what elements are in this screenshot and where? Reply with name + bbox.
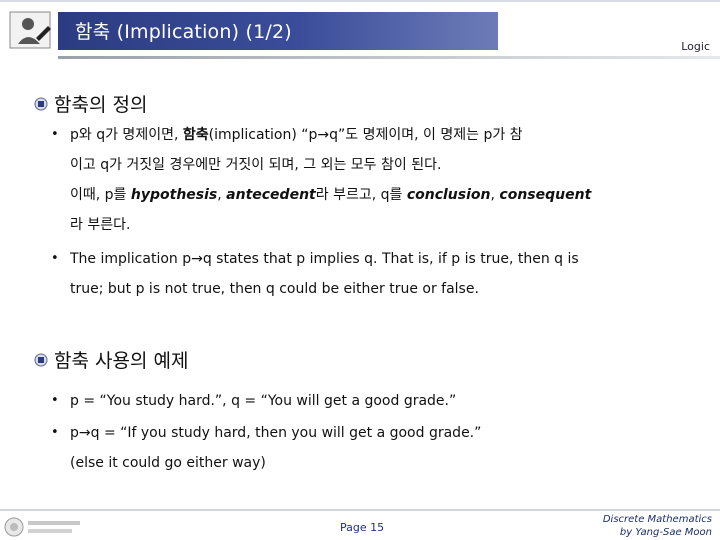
section-heading-text: 함축 사용의 예제: [54, 350, 189, 372]
page-title: 함축 (Implication) (1/2): [75, 21, 292, 43]
bullet-dot: •: [51, 425, 59, 440]
text-fragment: 라 부르고, q를: [315, 187, 407, 203]
text-fragment: 이때, p를: [70, 187, 131, 203]
text-fragment: p와 q가 명제이면,: [70, 127, 183, 143]
term-conclusion: conclusion: [406, 187, 491, 203]
term-antecedent: antecedent: [226, 187, 316, 203]
university-logo-icon: [4, 517, 80, 537]
page-number: Page 15: [340, 521, 385, 534]
section-heading-text: 함축의 정의: [54, 94, 148, 116]
section-heading-example: 함축 사용의 예제: [34, 346, 188, 373]
text-fragment: (implication) “p→q”도 명제이며, 이 명제는 p가 참: [208, 127, 523, 143]
section-heading-definition: 함축의 정의: [34, 90, 147, 117]
list-item-definition-en: • The implication p→q states that p impl…: [51, 244, 686, 304]
text-line: p→q = “If you study hard, then you will …: [70, 425, 482, 441]
bullet-icon: [34, 97, 48, 110]
top-border: [0, 0, 720, 2]
text-fragment: ,: [217, 187, 227, 203]
list-item-example-implication: • p→q = “If you study hard, then you wil…: [51, 418, 686, 478]
bullet-dot: •: [51, 251, 59, 266]
bullet-dot: •: [51, 393, 59, 408]
header-divider: [58, 56, 720, 59]
term-hypothesis: hypothesis: [130, 187, 218, 203]
credit-course: Discrete Mathematics: [602, 514, 712, 525]
text-line: 라 부른다.: [70, 217, 131, 233]
list-item-definition-ko: • p와 q가 명제이면, 함축(implication) “p→q”도 명제이…: [51, 120, 686, 240]
text-line: The implication p→q states that p implie…: [70, 251, 579, 267]
bullet-icon: [34, 353, 48, 366]
text-line: p와 q가 명제이면, 함축(implication) “p→q”도 명제이며,…: [70, 120, 523, 150]
footer-divider: [0, 509, 720, 511]
text-line: true; but p is not true, then q could be…: [70, 281, 479, 297]
text-line: 이때, p를 hypothesis, antecedent라 부르고, q를 c…: [70, 180, 591, 210]
bullet-dot: •: [51, 127, 59, 142]
term-bold: 함축: [182, 127, 209, 143]
credit-author: by Yang-Sae Moon: [619, 527, 712, 538]
footer-credit: Discrete Mathematics by Yang-Sae Moon: [582, 513, 712, 539]
text-line: 이고 q가 거짓일 경우에만 거짓이 되며, 그 외는 모두 참이 된다.: [70, 157, 442, 173]
course-tag: Logic: [681, 40, 710, 53]
text-line: (else it could go either way): [70, 455, 266, 471]
term-consequent: consequent: [499, 187, 592, 203]
list-item-example-pq: • p = “You study hard.”, q = “You will g…: [51, 386, 686, 416]
text-line: p = “You study hard.”, q = “You will get…: [70, 393, 457, 409]
